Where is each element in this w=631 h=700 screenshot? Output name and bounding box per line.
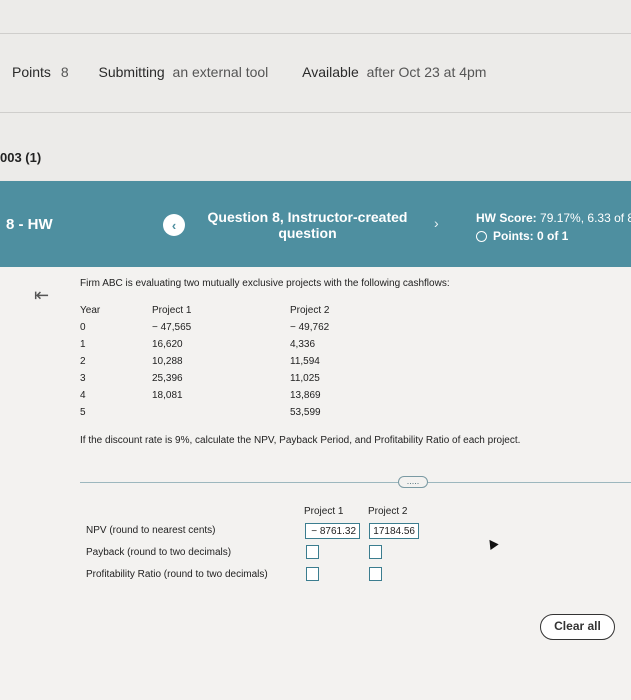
table-cell: 1 [80,339,86,350]
divider [0,33,631,34]
table-cell: 10,288 [152,356,183,367]
hw-score: HW Score: 79.17%, 6.33 of 8 [476,211,631,225]
hw-score-value: 79.17%, 6.33 of 8 [540,211,631,225]
points-key: Points [12,64,51,80]
question-text: If the discount rate is 9%, calculate th… [80,435,521,446]
table-cell: 13,869 [290,390,321,401]
column-header-project-1: Project 1 [152,305,192,316]
table-cell: 11,594 [290,356,320,367]
table-cell: 3 [80,373,86,384]
submitting-key: Submitting [98,64,165,80]
course-code: 003 (1) [0,150,42,165]
homework-title: 8 - HW [6,216,53,233]
table-cell: − 49,762 [290,322,330,333]
question-title: Question 8, Instructor-created question [207,209,408,241]
mouse-pointer-icon [485,536,499,551]
profitability-ratio-project-2-input[interactable] [369,567,382,581]
payback-label: Payback (round to two decimals) [86,547,232,558]
homework-header-bar: 8 - HW ‹ Question 8, Instructor-created … [0,181,631,267]
payback-project-1-input[interactable] [306,545,319,559]
npv-project-2-input[interactable]: 17184.56 [369,523,419,539]
question-points-label: Points: 0 of 1 [493,229,569,243]
more-options-button[interactable]: ..... [398,476,428,488]
chevron-right-icon: › [434,215,439,231]
available-value: after Oct 23 at 4pm [366,64,487,80]
divider [80,482,631,483]
available-key: Available [302,64,359,80]
profitability-ratio-project-1-input[interactable] [306,567,319,581]
table-cell: 4 [80,390,86,401]
table-cell: 5 [80,407,86,418]
divider [0,112,631,113]
column-header-project-2: Project 2 [290,305,330,316]
table-cell: 16,620 [152,339,183,350]
previous-question-button[interactable]: ‹ [163,214,185,236]
assignment-meta: Points 8 Submitting an external tool Ava… [12,64,486,80]
hw-score-label: HW Score: [476,211,537,225]
column-header-year: Year [80,305,101,316]
table-cell: 0 [80,322,86,333]
question-content: ⇤ Firm ABC is evaluating two mutually ex… [0,267,631,700]
table-cell: 11,025 [290,373,320,384]
next-question-button[interactable]: › [434,215,439,231]
npv-project-1-input[interactable]: − 8761.32 [305,523,360,539]
skip-to-first-icon[interactable]: ⇤ [34,285,49,306]
answer-header-project-1: Project 1 [304,506,344,517]
payback-project-2-input[interactable] [369,545,382,559]
table-cell: 4,336 [290,339,316,350]
chevron-left-icon: ‹ [171,217,177,233]
submitting-value: an external tool [172,64,269,80]
clear-all-button[interactable]: Clear all [540,614,615,640]
points-value: 8 [60,64,69,80]
assignment-info-panel: Points 8 Submitting an external tool Ava… [0,0,631,180]
answer-header-project-2: Project 2 [368,506,408,517]
table-cell: − 47,565 [152,322,192,333]
profitability-ratio-label: Profitability Ratio (round to two decima… [86,569,268,580]
table-cell: 2 [80,356,86,367]
table-cell: 25,396 [152,373,183,384]
table-cell: 18,081 [152,390,183,401]
question-points: Points: 0 of 1 [476,229,568,243]
npv-label: NPV (round to nearest cents) [86,525,216,536]
radio-circle-icon [476,230,487,242]
table-cell: 53,599 [290,407,321,418]
problem-prompt: Firm ABC is evaluating two mutually excl… [80,278,450,289]
